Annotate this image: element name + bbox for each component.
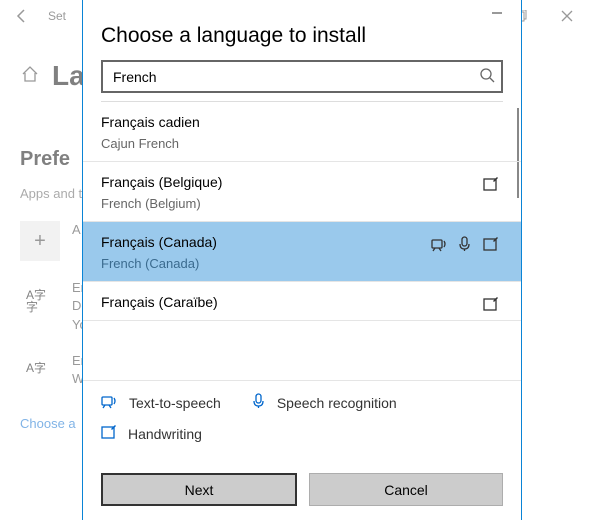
dialog-title: Choose a language to install — [83, 22, 521, 60]
handwriting-icon — [483, 236, 499, 252]
close-icon — [544, 0, 590, 32]
tts-icon — [101, 393, 119, 412]
back-button — [0, 0, 44, 32]
svg-text:字: 字 — [26, 299, 38, 313]
legend-tts: Text-to-speech — [101, 393, 221, 412]
handwriting-icon — [483, 176, 499, 192]
cancel-button[interactable]: Cancel — [309, 473, 503, 506]
language-list: Français cadien Cajun French Français (Bel… — [83, 102, 521, 321]
bg-window-title: Set — [48, 9, 66, 23]
search-input[interactable] — [101, 60, 503, 93]
feature-icons — [483, 296, 499, 312]
search-icon — [479, 67, 495, 88]
svg-text:A字: A字 — [26, 360, 46, 375]
language-native-name: Français (Belgique) — [101, 174, 503, 190]
bg-add-label: A — [72, 221, 81, 239]
install-language-dialog: Choose a language to install Français ca… — [82, 0, 522, 520]
handwriting-icon — [101, 424, 118, 443]
choose-link: Choose a — [20, 416, 76, 431]
language-native-name: Français cadien — [101, 114, 503, 130]
language-item[interactable]: Français cadien Cajun French — [83, 102, 521, 162]
language-english-name: French (Canada) — [101, 256, 503, 271]
add-language-tile: + — [20, 221, 60, 261]
language-english-name: Cajun French — [101, 136, 503, 151]
handwriting-icon — [483, 296, 499, 312]
language-native-name: Français (Caraïbe) — [101, 294, 503, 310]
feature-legend: Text-to-speech Speech recognition Handwr… — [83, 380, 521, 463]
language-icon: A字字 — [20, 279, 60, 319]
language-item[interactable]: Français (Belgique) French (Belgium) — [83, 162, 521, 222]
tts-icon — [431, 236, 447, 252]
next-button[interactable]: Next — [101, 473, 297, 506]
legend-handwriting: Handwriting — [101, 424, 202, 443]
home-icon — [20, 64, 40, 89]
language-item[interactable]: Français (Caraïbe) — [83, 282, 521, 321]
bg-heading: La — [52, 60, 85, 92]
language-english-name: French (Belgium) — [101, 196, 503, 211]
mic-icon — [251, 393, 267, 412]
feature-icons — [483, 176, 499, 192]
minimize-icon[interactable] — [483, 6, 511, 22]
feature-icons — [431, 236, 499, 252]
language-icon: A字 — [20, 352, 60, 392]
language-item[interactable]: Français (Canada)French (Canada) — [83, 222, 521, 282]
mic-icon — [457, 236, 473, 252]
legend-speech: Speech recognition — [251, 393, 397, 412]
